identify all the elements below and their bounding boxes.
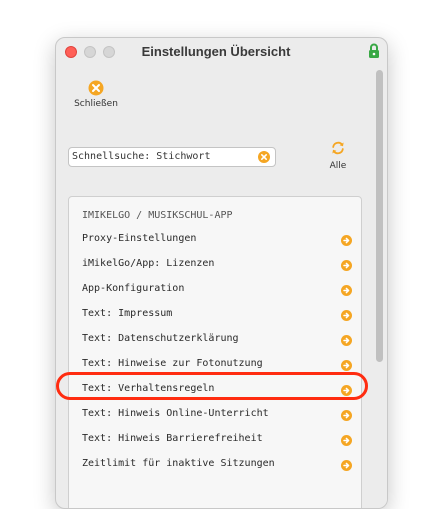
arrow-right-circle-icon[interactable] bbox=[341, 260, 352, 271]
arrow-right-circle-icon[interactable] bbox=[341, 410, 352, 421]
window-title: Einstellungen Übersicht bbox=[141, 44, 291, 59]
section-title: IMIKELGO / MUSIKSCHUL-APP bbox=[82, 210, 233, 221]
refresh-icon bbox=[332, 141, 344, 155]
search-input[interactable] bbox=[72, 149, 252, 164]
settings-list-item[interactable]: Text: Hinweis Online-Unterricht bbox=[69, 405, 361, 427]
all-button-label: Alle bbox=[329, 161, 347, 171]
arrow-right-circle-icon[interactable] bbox=[341, 385, 352, 396]
settings-list-item[interactable]: Text: Verhaltensregeln bbox=[69, 380, 361, 402]
search-field[interactable] bbox=[68, 147, 276, 167]
settings-list-item-label: Text: Hinweis Online-Unterricht bbox=[82, 408, 269, 419]
settings-window: Einstellungen Übersicht Schließen Alle bbox=[55, 37, 388, 509]
close-window-button[interactable] bbox=[65, 46, 77, 58]
settings-list-panel: IMIKELGO / MUSIKSCHUL-APP Proxy-Einstell… bbox=[68, 196, 362, 508]
vertical-scrollbar[interactable] bbox=[372, 66, 387, 508]
settings-list-item[interactable]: Proxy-Einstellungen bbox=[69, 230, 361, 252]
settings-list-item-label: App-Konfiguration bbox=[82, 283, 185, 294]
clear-circle-icon[interactable] bbox=[258, 151, 270, 163]
arrow-right-circle-icon[interactable] bbox=[341, 285, 352, 296]
close-circle-icon bbox=[88, 80, 104, 96]
settings-list-item[interactable]: Zeitlimit für inaktive Sitzungen bbox=[69, 455, 361, 477]
arrow-right-circle-icon[interactable] bbox=[341, 360, 352, 371]
all-button[interactable]: Alle bbox=[320, 141, 356, 177]
settings-list-item[interactable]: Text: Impressum bbox=[69, 305, 361, 327]
settings-list-item-label: Text: Impressum bbox=[82, 308, 173, 319]
settings-list-item[interactable]: iMikelGo/App: Lizenzen bbox=[69, 255, 361, 277]
arrow-right-circle-icon[interactable] bbox=[341, 235, 352, 246]
arrow-right-circle-icon[interactable] bbox=[341, 310, 352, 321]
arrow-right-circle-icon[interactable] bbox=[341, 460, 352, 471]
settings-list-item-label: Text: Datenschutzerklärung bbox=[82, 333, 239, 344]
lock-icon bbox=[369, 43, 379, 58]
settings-list-item-label: Text: Hinweis Barrierefreiheit bbox=[82, 433, 263, 444]
arrow-right-circle-icon[interactable] bbox=[341, 435, 352, 446]
close-toolbar-label: Schließen bbox=[74, 99, 118, 109]
settings-list-item-label: Text: Hinweise zur Fotonutzung bbox=[82, 358, 263, 369]
settings-list-item-label: Text: Verhaltensregeln bbox=[82, 383, 215, 394]
scroll-thumb[interactable] bbox=[376, 70, 383, 362]
zoom-window-button[interactable] bbox=[103, 46, 115, 58]
settings-list-item[interactable]: App-Konfiguration bbox=[69, 280, 361, 302]
settings-list-item-label: Zeitlimit für inaktive Sitzungen bbox=[82, 458, 275, 469]
minimize-window-button[interactable] bbox=[84, 46, 96, 58]
settings-list-item[interactable]: Text: Hinweise zur Fotonutzung bbox=[69, 355, 361, 377]
arrow-right-circle-icon[interactable] bbox=[341, 335, 352, 346]
settings-list-item-label: iMikelGo/App: Lizenzen bbox=[82, 258, 215, 269]
settings-list-item[interactable]: Text: Datenschutzerklärung bbox=[69, 330, 361, 352]
settings-list-item-label: Proxy-Einstellungen bbox=[82, 233, 197, 244]
settings-list-item[interactable]: Text: Hinweis Barrierefreiheit bbox=[69, 430, 361, 452]
close-toolbar-button[interactable]: Schließen bbox=[68, 80, 124, 114]
title-bar[interactable]: Einstellungen Übersicht bbox=[56, 38, 387, 66]
